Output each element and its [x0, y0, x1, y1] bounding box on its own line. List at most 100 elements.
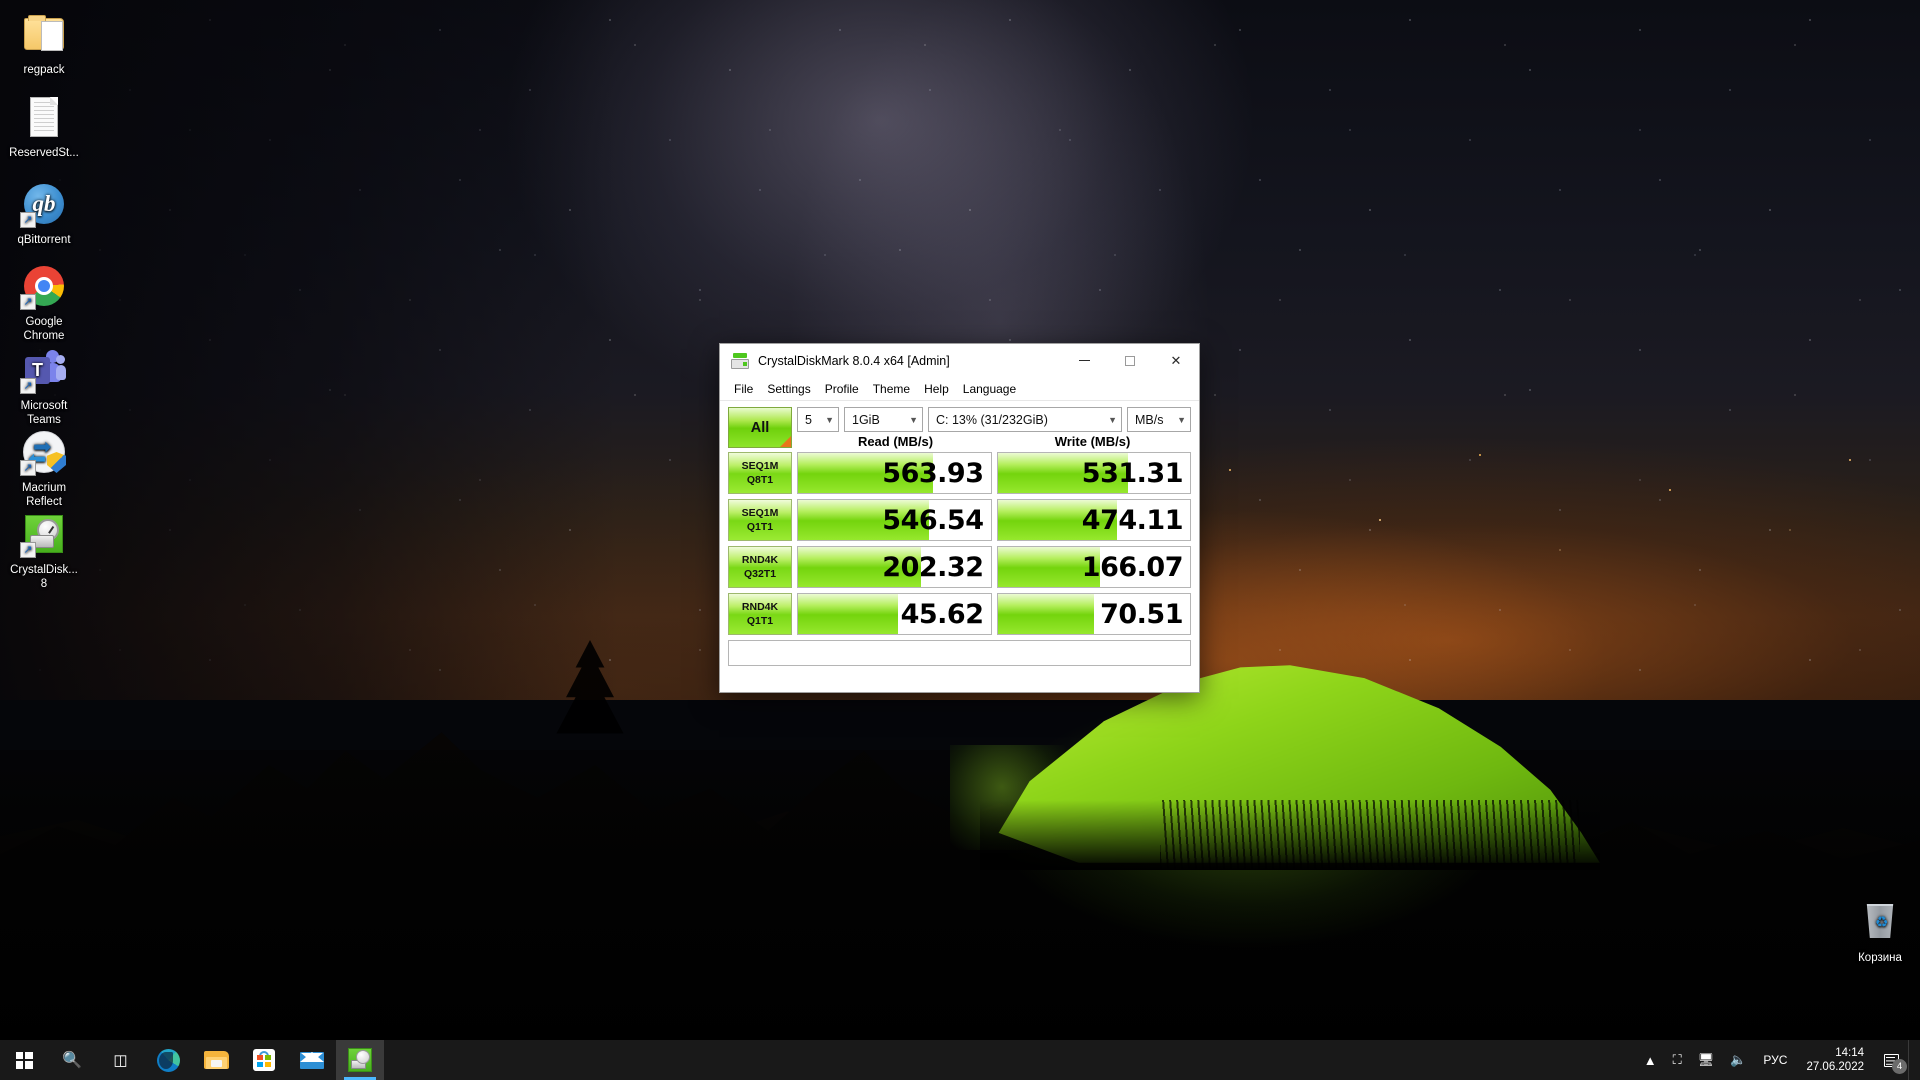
- chevron-down-icon: ▼: [1177, 415, 1186, 425]
- qbittorrent-icon: qb↗: [20, 180, 68, 228]
- taskbar-app-microsoft-store[interactable]: [240, 1040, 288, 1080]
- desktop-icon-label: Macrium Reflect: [6, 482, 82, 509]
- show-hidden-icons-button[interactable]: ▲: [1636, 1040, 1665, 1080]
- read-value: 45.62: [798, 594, 991, 634]
- run-all-label: All: [751, 420, 770, 436]
- read-result-cell[interactable]: 563.93: [797, 452, 992, 494]
- shortcut-overlay-icon: ↗: [20, 460, 36, 476]
- chevron-up-icon: ▲: [1644, 1053, 1657, 1068]
- folder-icon: [204, 1050, 229, 1070]
- windows-logo-icon: [16, 1052, 33, 1069]
- desktop-icon-crystaldiskmark[interactable]: ↗CrystalDisk... 8: [6, 510, 82, 591]
- desktop-icon-google-chrome[interactable]: ↗Google Chrome: [6, 262, 82, 343]
- crystaldiskmark-icon: [348, 1048, 372, 1072]
- read-result-cell[interactable]: 546.54: [797, 499, 992, 541]
- desktop-icon-reserved-st[interactable]: ReservedSt...: [6, 93, 82, 161]
- table-row: SEQ1MQ1T1546.54474.11: [728, 499, 1191, 541]
- test-count-select[interactable]: 5 ▼: [797, 407, 839, 432]
- clock[interactable]: 14:14 27.06.2022: [1796, 1040, 1874, 1080]
- edge-icon: [157, 1049, 180, 1072]
- write-value: 166.07: [998, 547, 1191, 587]
- folder-icon: [20, 10, 68, 58]
- desktop[interactable]: regpack ReservedSt... qb↗qBittorrent ↗Googl…: [0, 0, 1920, 1080]
- crystaldiskmark-window[interactable]: CrystalDiskMark 8.0.4 x64 [Admin] ✕ File…: [719, 343, 1200, 693]
- notifications-button[interactable]: 4: [1874, 1040, 1908, 1080]
- taskbar-app-mail[interactable]: [288, 1040, 336, 1080]
- taskbar-app-crystaldiskmark[interactable]: [336, 1040, 384, 1080]
- chevron-down-icon: ▼: [1108, 415, 1117, 425]
- row-queue-depth: Q1T1: [747, 614, 773, 628]
- row-label-0[interactable]: SEQ1MQ8T1: [728, 452, 792, 494]
- macrium-icon: ➡⬅↗: [20, 428, 68, 476]
- volume-button[interactable]: 🔈: [1722, 1040, 1754, 1080]
- test-size-select[interactable]: 1GiB ▼: [844, 407, 923, 432]
- taskbar[interactable]: 🔍 ◫ ▲ ⛶: [0, 1040, 1920, 1080]
- language-indicator[interactable]: РУС: [1754, 1040, 1796, 1080]
- write-result-cell[interactable]: 531.31: [997, 452, 1192, 494]
- search-icon: 🔍: [62, 1050, 82, 1070]
- read-value: 546.54: [798, 500, 991, 540]
- taskbar-app-file-explorer[interactable]: [192, 1040, 240, 1080]
- write-result-cell[interactable]: 166.07: [997, 546, 1192, 588]
- desktop-icon-recycle-bin[interactable]: ♻ Корзина: [1842, 898, 1918, 966]
- search-button[interactable]: 🔍: [48, 1040, 96, 1080]
- menu-item-language[interactable]: Language: [956, 380, 1023, 398]
- read-value: 563.93: [798, 453, 991, 493]
- drive-select[interactable]: C: 13% (31/232GiB) ▼: [928, 407, 1122, 432]
- desktop-icon-qbittorrent[interactable]: qb↗qBittorrent: [6, 180, 82, 248]
- network-button[interactable]: 🖥: [1690, 1040, 1723, 1080]
- close-button[interactable]: ✕: [1153, 344, 1199, 377]
- table-row: RND4KQ32T1202.32166.07: [728, 546, 1191, 588]
- system-tray: ▲ ⛶ 🖥 🔈 РУС 14:14 27.06.2022 4: [1636, 1040, 1920, 1080]
- task-view-button[interactable]: ◫: [96, 1040, 144, 1080]
- taskbar-app-microsoft-edge[interactable]: [144, 1040, 192, 1080]
- desktop-icon-regpack[interactable]: regpack: [6, 10, 82, 78]
- read-result-cell[interactable]: 202.32: [797, 546, 992, 588]
- menu-item-file[interactable]: File: [727, 380, 760, 398]
- write-result-cell[interactable]: 70.51: [997, 593, 1192, 635]
- write-value: 474.11: [998, 500, 1191, 540]
- unit-value: MB/s: [1135, 413, 1163, 427]
- row-label-3[interactable]: RND4KQ1T1: [728, 593, 792, 635]
- store-icon: [253, 1049, 275, 1071]
- table-row: RND4KQ1T145.6270.51: [728, 593, 1191, 635]
- desktop-icon-label: regpack: [6, 64, 82, 78]
- chevron-down-icon: ▼: [825, 415, 834, 425]
- desktop-icon-microsoft-teams[interactable]: T↗Microsoft Teams: [6, 346, 82, 427]
- menu-item-profile[interactable]: Profile: [818, 380, 866, 398]
- clock-time: 14:14: [1835, 1046, 1864, 1060]
- network-icon: 🖥: [1698, 1052, 1715, 1068]
- notification-count-badge: 4: [1892, 1059, 1907, 1074]
- text-document-icon: [20, 93, 68, 141]
- unit-select[interactable]: MB/s ▼: [1127, 407, 1191, 432]
- meet-now-icon: ⛶: [1673, 1052, 1682, 1068]
- window-menubar[interactable]: File Settings Profile Theme Help Languag…: [720, 377, 1199, 400]
- menu-item-help[interactable]: Help: [917, 380, 956, 398]
- grass-silhouette: [1160, 800, 1580, 870]
- start-button[interactable]: [0, 1040, 48, 1080]
- window-titlebar[interactable]: CrystalDiskMark 8.0.4 x64 [Admin] ✕: [720, 344, 1199, 377]
- write-result-cell[interactable]: 474.11: [997, 499, 1192, 541]
- desktop-icon-macrium-reflect[interactable]: ➡⬅↗ Macrium Reflect: [6, 428, 82, 509]
- menu-item-settings[interactable]: Settings: [760, 380, 817, 398]
- recycle-bin-icon: ♻: [1856, 898, 1904, 946]
- minimize-button[interactable]: [1061, 344, 1107, 377]
- row-queue-depth: Q1T1: [747, 520, 773, 534]
- read-result-cell[interactable]: 45.62: [797, 593, 992, 635]
- maximize-icon: [1125, 356, 1135, 366]
- run-all-button[interactable]: All: [728, 407, 792, 448]
- row-label-1[interactable]: SEQ1MQ1T1: [728, 499, 792, 541]
- read-value: 202.32: [798, 547, 991, 587]
- sky-left-shade: [0, 0, 620, 700]
- meet-now-button[interactable]: ⛶: [1665, 1040, 1690, 1080]
- chrome-icon: ↗: [20, 262, 68, 310]
- menu-item-theme[interactable]: Theme: [866, 380, 917, 398]
- show-desktop-button[interactable]: [1908, 1040, 1916, 1080]
- write-column-header: Write (MB/s): [994, 434, 1191, 449]
- table-row: SEQ1MQ8T1563.93531.31: [728, 452, 1191, 494]
- desktop-icon-label: Корзина: [1842, 952, 1918, 966]
- test-size-value: 1GiB: [852, 413, 880, 427]
- maximize-button[interactable]: [1107, 344, 1153, 377]
- taskbar-left: 🔍 ◫: [0, 1040, 384, 1080]
- row-label-2[interactable]: RND4KQ32T1: [728, 546, 792, 588]
